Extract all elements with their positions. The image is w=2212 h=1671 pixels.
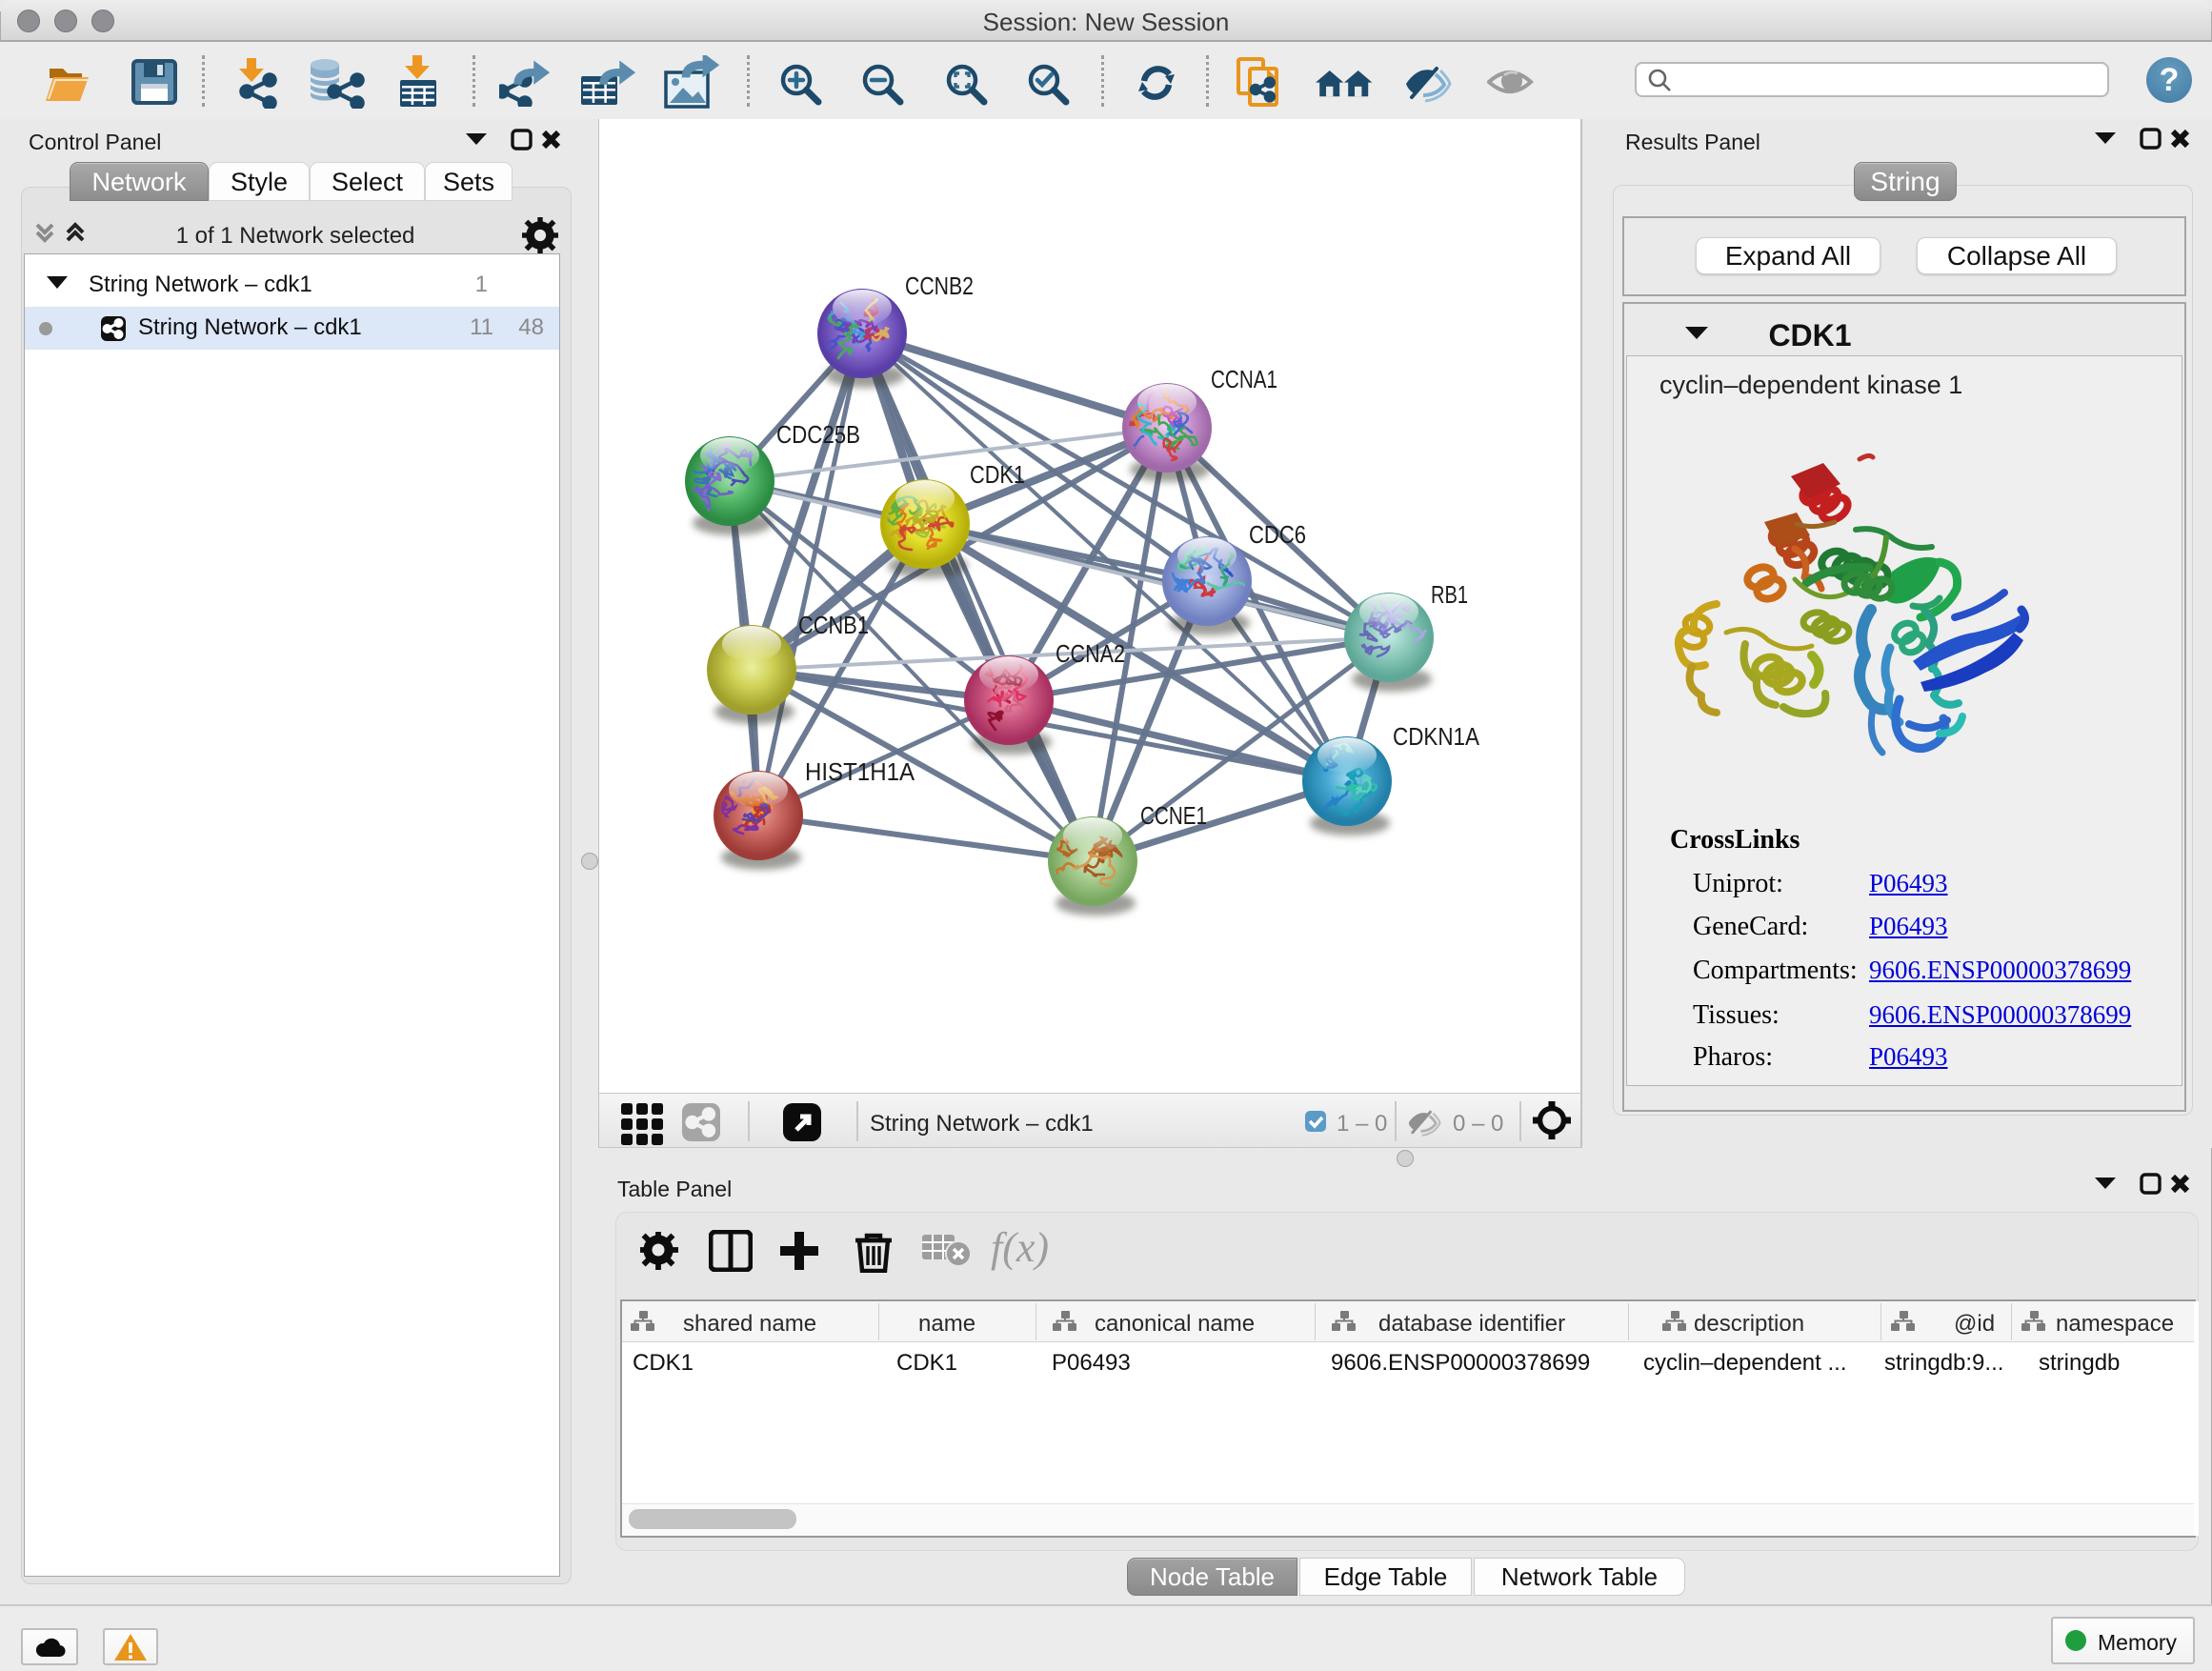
svg-text:CCNE1: CCNE1 [1140,801,1207,830]
svg-text:CCNA2: CCNA2 [1056,639,1125,668]
svg-text:RB1: RB1 [1431,580,1468,609]
svg-text:HIST1H1A: HIST1H1A [805,757,915,786]
svg-text:CCNB2: CCNB2 [905,272,974,300]
svg-text:CDK1: CDK1 [970,460,1025,489]
svg-text:CCNB1: CCNB1 [798,611,869,639]
svg-text:CDC6: CDC6 [1249,520,1306,549]
svg-text:CDC25B: CDC25B [776,420,860,449]
svg-text:CCNA1: CCNA1 [1211,365,1277,393]
svg-text:CDKN1A: CDKN1A [1393,722,1480,751]
